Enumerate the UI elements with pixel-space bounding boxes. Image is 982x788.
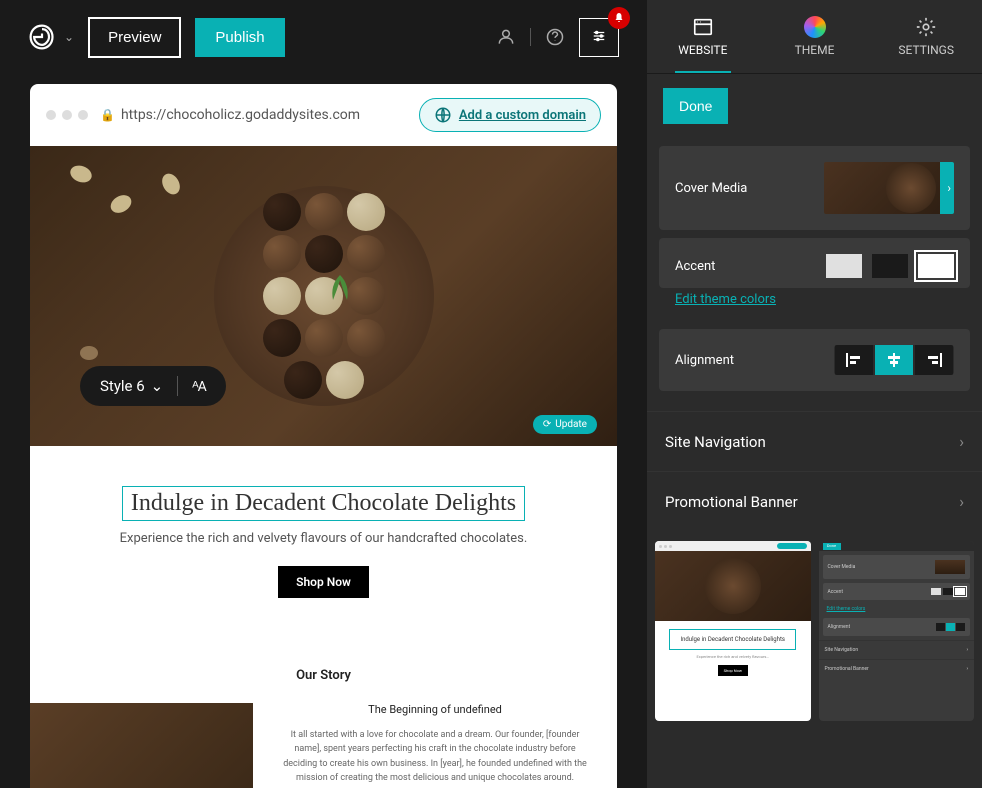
settings-toggle-button[interactable] (579, 18, 619, 57)
window-dots (46, 110, 88, 120)
zoom-thumbnails: Indulge in Decadent Chocolate Delights E… (647, 531, 982, 721)
divider (177, 376, 178, 396)
accent-swatch-dark[interactable] (872, 254, 908, 278)
align-left-button[interactable] (835, 345, 873, 375)
style-toolbar[interactable]: Style 6 ⌄ ᴬA (80, 366, 226, 406)
user-icon[interactable] (496, 27, 516, 47)
story-body: It all started with a love for chocolate… (283, 728, 587, 786)
chevron-down-icon: ⌄ (151, 377, 164, 395)
chevron-right-icon: › (947, 181, 951, 195)
story-image[interactable] (30, 703, 253, 788)
story-title: Our Story (30, 668, 617, 683)
preview-button[interactable]: Preview (88, 17, 181, 58)
style-selector[interactable]: Style 6 ⌄ (100, 377, 163, 395)
headline-input[interactable]: Indulge in Decadent Chocolate Delights (122, 486, 525, 521)
cover-media-thumbnail[interactable]: › (824, 162, 954, 214)
accent-swatch-light[interactable] (826, 254, 862, 278)
globe-icon (434, 106, 452, 124)
divider (530, 28, 531, 46)
alignment-panel: Alignment (659, 329, 970, 391)
shop-now-button[interactable]: Shop Now (278, 566, 369, 598)
preview-thumbnail-left[interactable]: Indulge in Decadent Chocolate Delights E… (655, 541, 811, 721)
site-navigation-section[interactable]: Site Navigation › (647, 411, 982, 471)
edit-theme-colors-link[interactable]: Edit theme colors (647, 292, 982, 321)
align-center-icon (886, 353, 902, 367)
cover-media-panel[interactable]: Cover Media › (659, 146, 970, 230)
align-right-icon (926, 353, 942, 367)
lock-icon: 🔒 (100, 108, 115, 122)
tab-website[interactable]: WEBSITE (647, 0, 759, 73)
accent-swatch-white[interactable] (918, 254, 954, 278)
color-wheel-icon (804, 16, 826, 38)
promotional-banner-section[interactable]: Promotional Banner › (647, 471, 982, 531)
brand-logo[interactable]: ⌄ (28, 23, 74, 51)
preview-thumbnail-right[interactable]: Done Cover Media Accent Edit theme color… (819, 541, 975, 721)
subtitle-text[interactable]: Experience the rich and velvety flavours… (30, 531, 617, 546)
notification-badge (608, 7, 630, 29)
url-display: 🔒 https://chocoholicz.godaddysites.com (100, 107, 360, 123)
godaddy-logo-icon (28, 23, 56, 51)
tab-theme[interactable]: THEME (759, 0, 871, 73)
browser-window-icon (692, 16, 714, 38)
chevron-right-icon: › (959, 432, 964, 451)
gear-icon (915, 16, 937, 38)
tab-settings[interactable]: SETTINGS (870, 0, 982, 73)
chevron-down-icon: ⌄ (64, 30, 74, 44)
align-left-icon (846, 353, 862, 367)
help-icon[interactable] (545, 27, 565, 47)
font-size-button[interactable]: ᴬA (192, 378, 205, 395)
publish-button[interactable]: Publish (195, 18, 284, 57)
story-heading: The Beginning of undefined (283, 703, 587, 716)
chevron-right-icon: › (959, 492, 964, 511)
accent-panel: Accent (659, 238, 970, 288)
align-center-button[interactable] (875, 345, 913, 375)
site-preview: 🔒 https://chocoholicz.godaddysites.com A… (30, 84, 617, 788)
refresh-icon: ⟳ (543, 419, 551, 430)
align-right-button[interactable] (915, 345, 953, 375)
add-domain-button[interactable]: Add a custom domain (419, 98, 601, 132)
update-button[interactable]: ⟳ Update (533, 415, 597, 434)
done-button[interactable]: Done (663, 88, 728, 124)
